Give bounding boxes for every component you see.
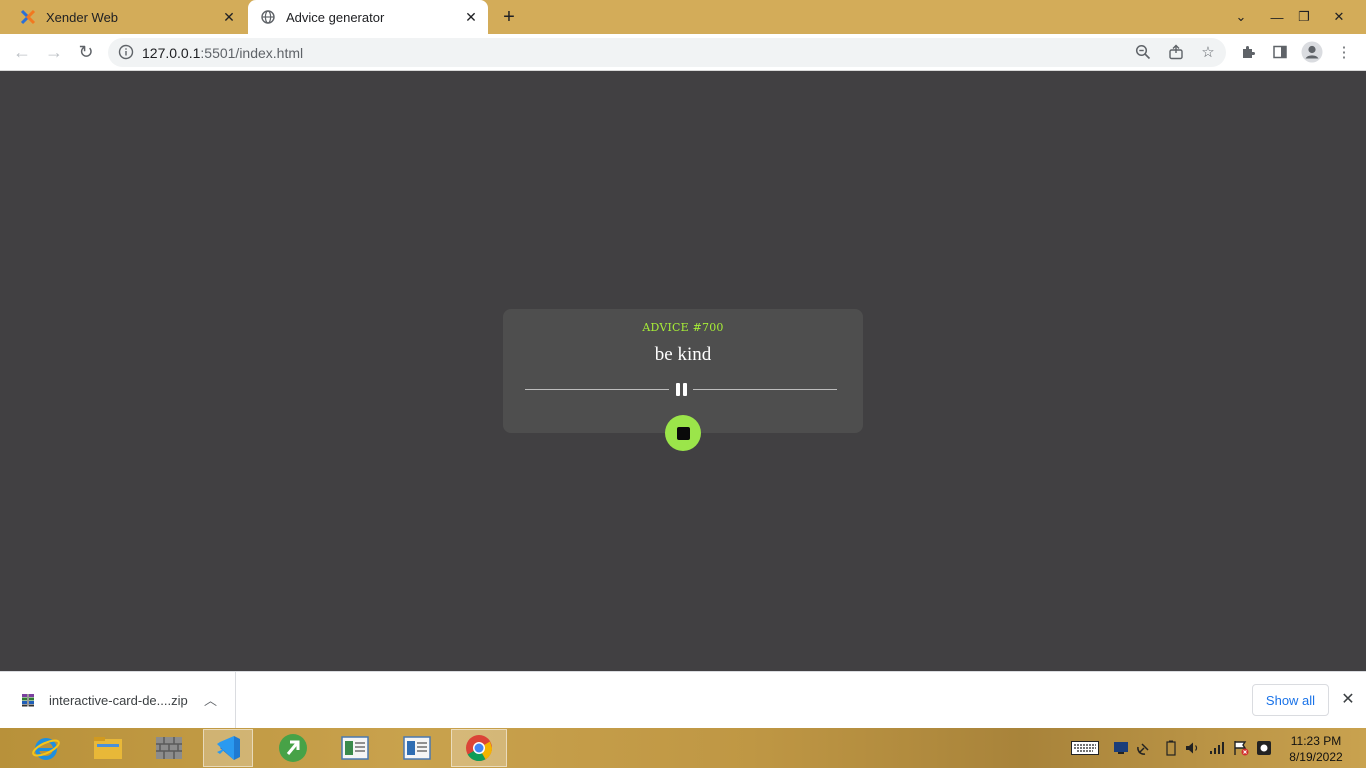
file-explorer-icon[interactable]: [80, 729, 136, 767]
url-text[interactable]: 127.0.0.1:5501/index.html: [142, 45, 303, 61]
download-file-name: interactive-card-de....zip: [49, 693, 188, 708]
browser-toolbar: ← → ↻ 127.0.0.1:5501/index.html ☆ ⋮: [0, 34, 1366, 71]
share-icon[interactable]: [1163, 39, 1189, 65]
forward-arrow-icon[interactable]: →: [40, 39, 68, 65]
vs-code-icon[interactable]: [203, 729, 253, 767]
signal-icon[interactable]: [1208, 740, 1226, 756]
keyboard-icon[interactable]: [1070, 740, 1100, 756]
screen-capture-icon[interactable]: [1255, 740, 1273, 756]
browser-tab-strip: Xender Web ✕ Advice generator ✕ + ⌄ — ❐ …: [0, 0, 1366, 34]
pause-divider-icon: [675, 383, 687, 396]
battery-icon[interactable]: [1164, 740, 1178, 756]
window-close-icon[interactable]: ✕: [1322, 0, 1356, 34]
notepad-icon[interactable]: [327, 729, 383, 767]
zoom-icon[interactable]: [1130, 39, 1156, 65]
extensions-puzzle-icon[interactable]: [1235, 39, 1261, 65]
tab-close-icon[interactable]: ✕: [218, 6, 240, 28]
volume-icon[interactable]: [1185, 740, 1201, 756]
url-host: 127.0.0.1: [142, 45, 201, 61]
tab-xender-web[interactable]: Xender Web ✕: [8, 0, 246, 34]
new-tab-plus-icon[interactable]: +: [497, 6, 521, 28]
wordpad-icon[interactable]: [389, 729, 445, 767]
tab-title: Advice generator: [286, 9, 385, 25]
satellite-icon[interactable]: [1135, 740, 1153, 756]
globe-icon: [260, 9, 276, 25]
profile-avatar-icon[interactable]: [1299, 39, 1325, 65]
reload-icon[interactable]: ↻: [72, 39, 100, 65]
clock-time: 11:23 PM: [1290, 734, 1342, 748]
side-panel-icon[interactable]: [1267, 39, 1293, 65]
show-all-downloads-button[interactable]: Show all: [1252, 684, 1329, 716]
download-item[interactable]: interactive-card-de....zip ︿: [0, 672, 236, 728]
tab-search-chevron-icon[interactable]: ⌄: [1224, 0, 1258, 34]
url-path: :5501/index.html: [200, 45, 304, 61]
page-viewport: ADVICE #700 be kind: [0, 71, 1366, 671]
tab-advice-generator[interactable]: Advice generator ✕: [248, 0, 488, 34]
restore-icon[interactable]: ❐: [1287, 0, 1321, 34]
menu-kebab-icon[interactable]: ⋮: [1331, 39, 1357, 65]
bookmark-star-icon[interactable]: ☆: [1195, 39, 1221, 65]
internet-explorer-icon[interactable]: [18, 729, 74, 767]
archive-file-icon: [20, 692, 36, 708]
clock-date: 8/19/2022: [1289, 750, 1343, 764]
dice-icon: [676, 426, 690, 440]
site-info-icon[interactable]: [118, 44, 134, 60]
tab-title: Xender Web: [46, 9, 119, 25]
divider-line-right: [693, 389, 837, 390]
windows-taskbar: 11:23 PM 8/19/2022: [0, 728, 1366, 768]
system-clock[interactable]: 11:23 PM 8/19/2022: [1284, 733, 1348, 765]
advice-number: ADVICE #700: [642, 321, 724, 334]
close-download-bar-icon[interactable]: ✕: [1338, 689, 1358, 709]
advice-text: be kind: [654, 344, 712, 365]
git-app-icon[interactable]: [265, 729, 321, 767]
divider-line-left: [525, 389, 669, 390]
address-bar[interactable]: 127.0.0.1:5501/index.html ☆: [108, 38, 1226, 67]
action-center-flag-icon[interactable]: [1232, 740, 1250, 756]
generate-advice-button[interactable]: [665, 415, 701, 451]
firewall-icon[interactable]: [141, 729, 197, 767]
chrome-icon[interactable]: [451, 729, 507, 767]
download-bar: interactive-card-de....zip ︿ Show all ✕: [0, 671, 1366, 728]
back-arrow-icon[interactable]: ←: [8, 39, 36, 65]
chevron-up-icon[interactable]: ︿: [204, 690, 217, 709]
xender-icon: [20, 9, 36, 25]
network-monitor-icon[interactable]: [1112, 740, 1130, 756]
tab-close-icon[interactable]: ✕: [460, 6, 482, 28]
